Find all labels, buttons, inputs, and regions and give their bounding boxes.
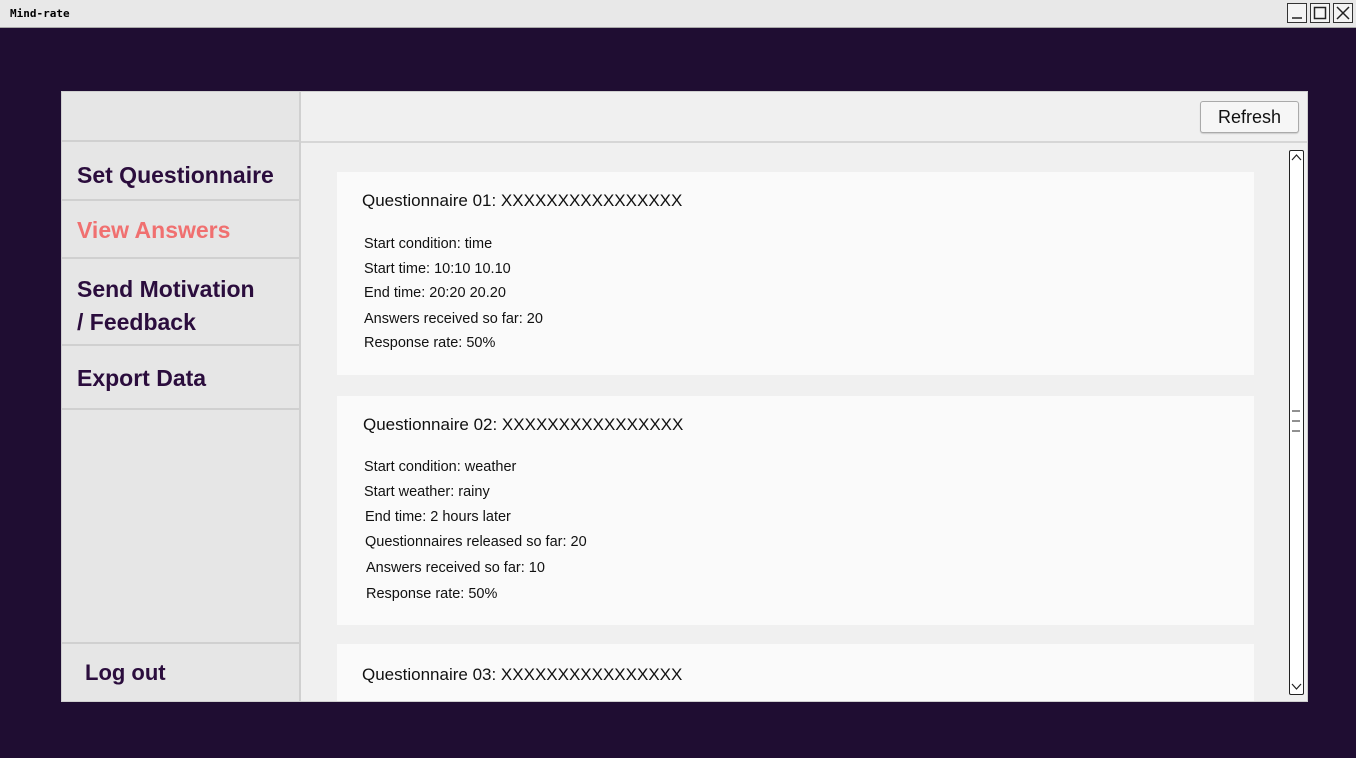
maximize-icon: [1313, 6, 1327, 20]
minimize-icon: [1292, 17, 1302, 19]
toolbar: Refresh: [301, 92, 1307, 143]
scroll-grip-icon[interactable]: [1291, 409, 1302, 435]
questionnaire-detail: Start weather: rainy: [364, 484, 490, 500]
questionnaire-detail: Answers received so far: 10: [366, 560, 545, 576]
questionnaire-title: Questionnaire 03: XXXXXXXXXXXXXXXX: [362, 665, 683, 684]
questionnaire-title: Questionnaire 01: XXXXXXXXXXXXXXXX: [362, 191, 683, 210]
app-window: Set Questionnaire View Answers Send Moti…: [61, 91, 1308, 702]
questionnaire-card: Questionnaire 01: XXXXXXXXXXXXXXXX Start…: [337, 172, 1254, 375]
maximize-button[interactable]: [1310, 3, 1330, 23]
questionnaire-card: Questionnaire 03: XXXXXXXXXXXXXXXX: [337, 644, 1254, 701]
sidebar-item-view-answers[interactable]: View Answers: [62, 201, 299, 259]
questionnaire-card: Questionnaire 02: XXXXXXXXXXXXXXXX Start…: [337, 396, 1254, 625]
questionnaire-detail: Start time: 10:10 10.10: [364, 261, 511, 277]
sidebar-item-label-line1: Send Motivation: [77, 276, 255, 302]
title-bar: Mind-rate: [0, 0, 1356, 28]
questionnaire-list[interactable]: Questionnaire 01: XXXXXXXXXXXXXXXX Start…: [301, 143, 1307, 701]
questionnaire-detail: Answers received so far: 20: [364, 311, 543, 327]
questionnaire-detail: Start condition: time: [364, 236, 493, 252]
sidebar-item-send-motivation[interactable]: Send Motivation / Feedback: [62, 259, 299, 346]
questionnaire-title: Questionnaire 02: XXXXXXXXXXXXXXXX: [363, 415, 684, 434]
chevron-down-icon[interactable]: [1291, 682, 1302, 691]
sidebar-item-label: Export Data: [77, 365, 207, 391]
sidebar-item-label: Set Questionnaire: [77, 162, 274, 188]
sidebar: Set Questionnaire View Answers Send Moti…: [62, 92, 301, 701]
questionnaire-detail: End time: 20:20 20.20: [364, 285, 506, 301]
questionnaire-detail: Questionnaires released so far: 20: [365, 534, 587, 550]
logout-label: Log out: [85, 660, 166, 685]
vertical-scrollbar[interactable]: [1289, 150, 1304, 695]
sidebar-item-export-data[interactable]: Export Data: [62, 346, 299, 410]
questionnaire-detail: Start condition: weather: [364, 459, 517, 475]
refresh-button[interactable]: Refresh: [1200, 101, 1299, 133]
close-button[interactable]: [1333, 3, 1353, 23]
sidebar-header: [62, 92, 299, 142]
sidebar-item-label: View Answers: [77, 217, 231, 243]
chevron-up-icon[interactable]: [1291, 153, 1302, 162]
sidebar-item-set-questionnaire[interactable]: Set Questionnaire: [62, 142, 299, 201]
questionnaire-detail: Response rate: 50%: [366, 586, 498, 602]
questionnaire-detail: End time: 2 hours later: [365, 509, 511, 525]
logout-button[interactable]: Log out: [62, 642, 299, 701]
close-icon: [1336, 6, 1350, 20]
minimize-button[interactable]: [1287, 3, 1307, 23]
questionnaire-detail: Response rate: 50%: [364, 335, 496, 351]
window-title: Mind-rate: [10, 7, 70, 20]
sidebar-item-label-line2: / Feedback: [77, 309, 196, 335]
